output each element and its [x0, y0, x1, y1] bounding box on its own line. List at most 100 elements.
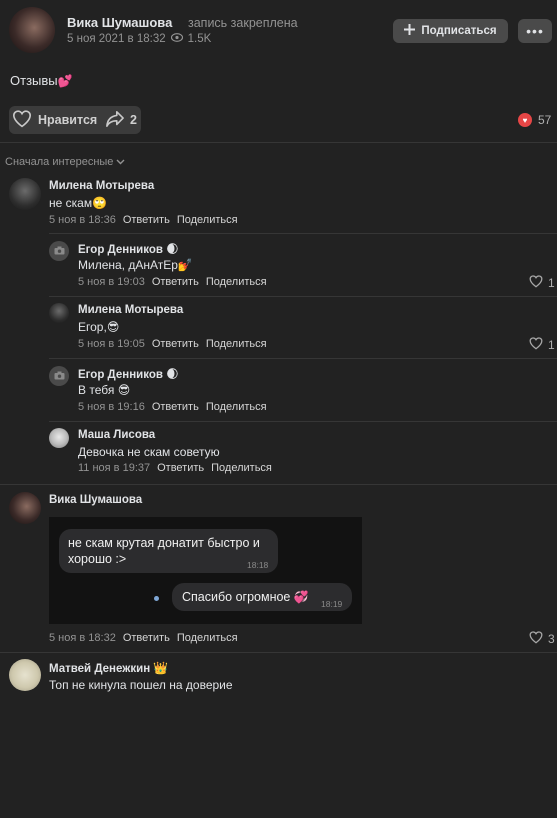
comment-text: Егор,😎	[78, 320, 120, 334]
post-text: Отзывы💕	[10, 73, 73, 88]
post-meta: 5 ноя 2021 в 18:32 1.5K	[67, 33, 211, 45]
more-options-button[interactable]: •••	[518, 19, 552, 43]
divider	[49, 421, 557, 422]
post-author-name[interactable]: Вика Шумашова	[67, 15, 172, 30]
comment-author[interactable]: Милена Мотырева	[49, 180, 154, 192]
comment-author[interactable]: Вика Шумашова	[49, 494, 142, 506]
comment-text: Девочка не скам советую	[78, 445, 220, 459]
comment-like-button[interactable]: 1	[529, 275, 555, 291]
comment-meta: 5 ноя в 18:32 Ответить Поделиться	[49, 632, 238, 644]
name-emoji: 👑	[153, 661, 169, 675]
comment-meta: 5 ноя в 19:05 Ответить Поделиться	[78, 338, 267, 350]
subscribe-label: Подписаться	[421, 25, 497, 37]
sort-label: Сначала интересные	[5, 156, 114, 168]
comment-emoji: 😎	[106, 320, 120, 334]
pinned-label: запись закреплена	[188, 16, 298, 30]
share-comment-button[interactable]: Поделиться	[177, 632, 238, 644]
comment-like-button[interactable]: 1	[529, 337, 555, 353]
comment-author[interactable]: Матвей Денежкин 👑	[49, 661, 168, 675]
comment-date[interactable]: 5 ноя в 18:36	[49, 214, 116, 226]
comment-emoji: 🙄	[92, 196, 108, 210]
reply-button[interactable]: Ответить	[152, 401, 199, 413]
heart-outline-icon	[529, 275, 543, 291]
comment-text: не скам🙄	[49, 196, 108, 210]
avatar[interactable]	[9, 492, 41, 524]
comment-text: В тебя 😎	[78, 383, 131, 397]
reply-button[interactable]: Ответить	[157, 462, 204, 474]
avatar[interactable]	[49, 428, 69, 448]
comment-text: Топ не кинула пошел на доверие	[49, 678, 233, 692]
incoming-message-time: 18:18	[247, 560, 269, 570]
comment-like-count: 1	[548, 276, 555, 290]
divider	[49, 296, 557, 297]
share-comment-button[interactable]: Поделиться	[206, 401, 267, 413]
views-icon	[170, 33, 183, 45]
comment-text: Милена, дАнАтЕр💅	[78, 258, 193, 272]
share-icon	[105, 110, 125, 131]
divider	[0, 484, 557, 485]
chevron-down-icon	[116, 156, 125, 168]
reply-button[interactable]: Ответить	[152, 338, 199, 350]
avatar[interactable]	[49, 303, 69, 323]
comment-author[interactable]: Егор Денников 🌒	[78, 242, 179, 256]
likes-total-count: 57	[538, 113, 552, 127]
comment-date[interactable]: 11 ноя в 19:37	[78, 462, 150, 474]
name-emoji: 🌒	[166, 367, 179, 381]
share-button[interactable]: 2	[101, 106, 141, 134]
reply-button[interactable]: Ответить	[123, 214, 170, 226]
unread-dot-icon	[154, 596, 159, 601]
outgoing-message-text: Спасибо огромное 💞	[182, 590, 309, 604]
comment-author[interactable]: Маша Лисова	[78, 429, 155, 441]
comment-like-count: 3	[548, 632, 555, 646]
avatar[interactable]	[9, 178, 41, 210]
comment-meta: 5 ноя в 19:16 Ответить Поделиться	[78, 401, 267, 413]
share-comment-button[interactable]: Поделиться	[211, 462, 272, 474]
comment-meta: 11 ноя в 19:37 Ответить Поделиться	[78, 462, 272, 474]
like-button[interactable]: Нравится	[9, 106, 101, 134]
comment-meta: 5 ноя в 19:03 Ответить Поделиться	[78, 276, 267, 288]
comment-date[interactable]: 5 ноя в 19:03	[78, 276, 145, 288]
comment-author[interactable]: Егор Денников 🌒	[78, 367, 179, 381]
heart-outline-icon	[529, 631, 543, 647]
comment-date[interactable]: 5 ноя в 19:05	[78, 338, 145, 350]
more-icon: •••	[526, 23, 544, 39]
heart-outline-icon	[12, 109, 32, 131]
post-author-avatar[interactable]	[9, 7, 55, 53]
comment-date[interactable]: 5 ноя в 19:16	[78, 401, 145, 413]
message-emoji: 💞	[293, 590, 309, 604]
avatar[interactable]	[49, 366, 69, 386]
likes-total[interactable]: ♥ 57	[518, 113, 551, 127]
avatar[interactable]	[9, 659, 41, 691]
camera-icon	[54, 369, 65, 383]
divider	[49, 233, 557, 234]
divider	[0, 142, 557, 143]
share-comment-button[interactable]: Поделиться	[206, 276, 267, 288]
heart-filled-icon: ♥	[518, 113, 532, 127]
camera-icon	[54, 244, 65, 258]
plus-icon	[404, 24, 416, 38]
comment-meta: 5 ноя в 18:36 Ответить Поделиться	[49, 214, 238, 226]
reply-button[interactable]: Ответить	[152, 276, 199, 288]
post-text-emoji: 💕	[57, 74, 73, 88]
comment-date[interactable]: 5 ноя в 18:32	[49, 632, 116, 644]
subscribe-button[interactable]: Подписаться	[393, 19, 508, 43]
avatar[interactable]	[49, 241, 69, 261]
outgoing-message-time: 18:19	[321, 599, 343, 609]
share-comment-button[interactable]: Поделиться	[206, 338, 267, 350]
comment-emoji: 😎	[117, 383, 131, 397]
comment-author[interactable]: Милена Мотырева	[78, 304, 183, 316]
comment-like-count: 1	[548, 338, 555, 352]
divider	[0, 652, 557, 653]
sort-dropdown[interactable]: Сначала интересные	[5, 156, 125, 168]
post-date[interactable]: 5 ноя 2021 в 18:32	[67, 33, 166, 45]
views-count: 1.5K	[187, 33, 212, 45]
share-comment-button[interactable]: Поделиться	[177, 214, 238, 226]
divider	[49, 358, 557, 359]
name-emoji: 🌒	[166, 242, 179, 256]
comment-like-button[interactable]: 3	[529, 631, 555, 647]
reply-button[interactable]: Ответить	[123, 632, 170, 644]
heart-outline-icon	[529, 337, 543, 353]
like-label: Нравится	[38, 113, 98, 127]
share-count: 2	[130, 113, 137, 127]
comment-emoji: 💅	[177, 258, 193, 272]
